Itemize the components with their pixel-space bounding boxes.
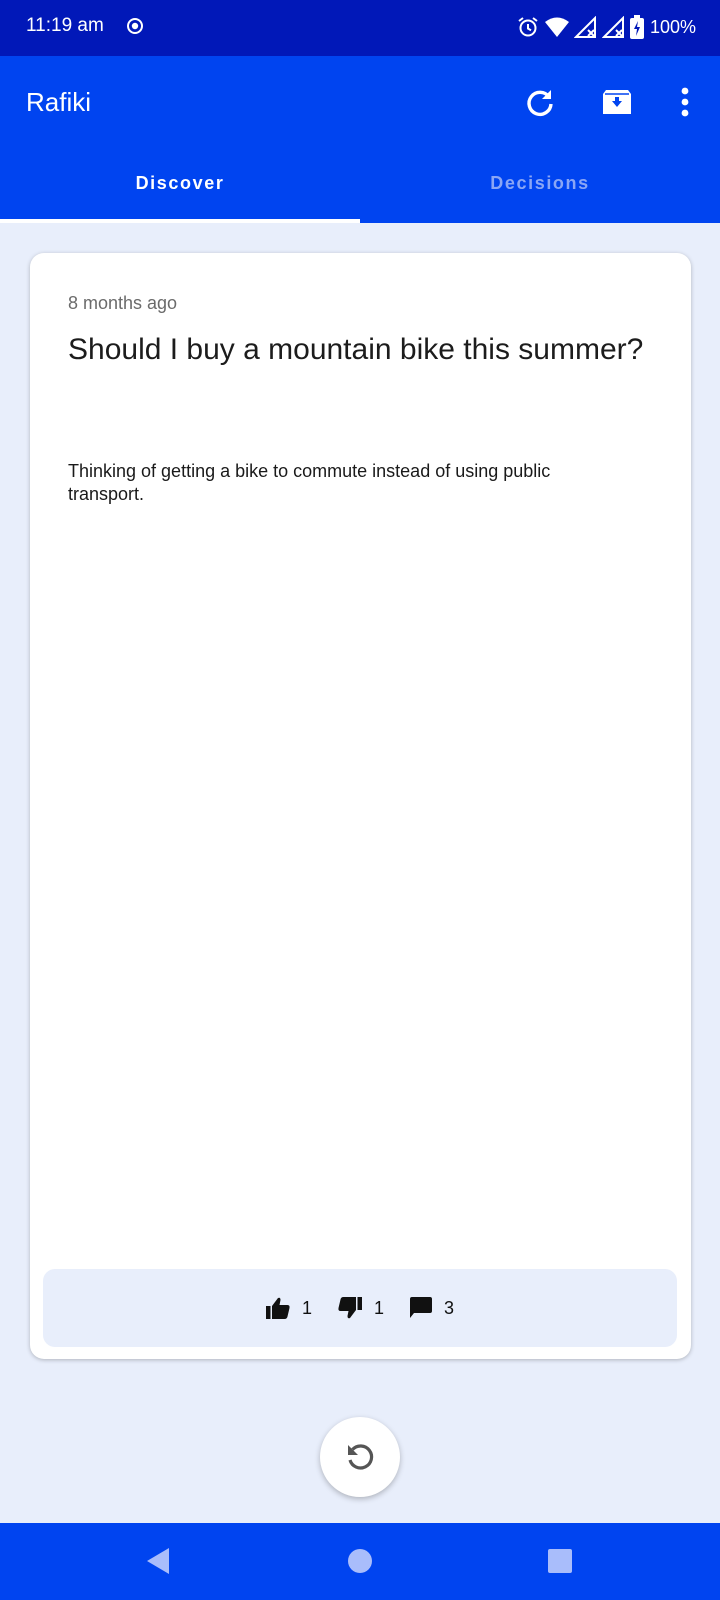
archive-button[interactable] [593,78,641,126]
archive-icon [603,90,631,114]
system-nav-bar [0,1523,720,1600]
tab-indicator [0,219,360,223]
nav-recents-button[interactable] [538,1539,582,1583]
card-title: Should I buy a mountain bike this summer… [68,333,644,366]
nav-back-button[interactable] [136,1539,180,1583]
alarm-icon [518,17,538,37]
status-bar: 11:19 am 100% [0,0,720,56]
dislike-count: 1 [373,1297,384,1318]
undo-button[interactable] [320,1417,400,1497]
status-time: 11:19 am [26,15,104,36]
app-title: Rafiki [26,87,92,117]
app-bar: Rafiki Discover Decisions [0,56,720,223]
like-count: 1 [301,1297,312,1318]
comments-button[interactable]: 3 [410,1297,454,1319]
battery-percent: 100% [649,17,696,37]
back-icon [147,1548,169,1574]
card-stats-bar: 1 1 3 [43,1269,677,1347]
like-button[interactable]: 1 [265,1297,312,1319]
tab-discover-label: Discover [135,173,225,193]
wifi-icon [544,17,569,37]
status-icons: 100% [516,14,696,40]
tab-discover[interactable]: Discover [0,165,360,223]
comment-icon [410,1297,432,1318]
signal-icon [601,16,624,38]
more-vert-icon [681,87,689,117]
tab-bar: Discover Decisions [0,165,720,223]
nav-home-button[interactable] [338,1539,382,1583]
record-icon [127,18,143,34]
tab-decisions[interactable]: Decisions [360,165,720,223]
home-icon [348,1549,372,1573]
decision-card[interactable]: 8 months ago Should I buy a mountain bik… [30,253,691,1359]
signal-icon [573,16,596,38]
card-description: Thinking of getting a bike to commute in… [68,461,551,504]
tab-decisions-label: Decisions [490,173,590,193]
refresh-icon [527,90,553,117]
thumb-up-icon [265,1297,290,1319]
battery-charging-icon [629,15,644,39]
comment-count: 3 [444,1297,455,1318]
refresh-button[interactable] [516,78,564,126]
thumb-down-icon [338,1297,362,1319]
recents-icon [548,1549,572,1573]
undo-icon [348,1444,374,1470]
more-options-button[interactable] [661,78,709,126]
dislike-button[interactable]: 1 [338,1297,384,1319]
card-timestamp: 8 months ago [68,293,178,313]
